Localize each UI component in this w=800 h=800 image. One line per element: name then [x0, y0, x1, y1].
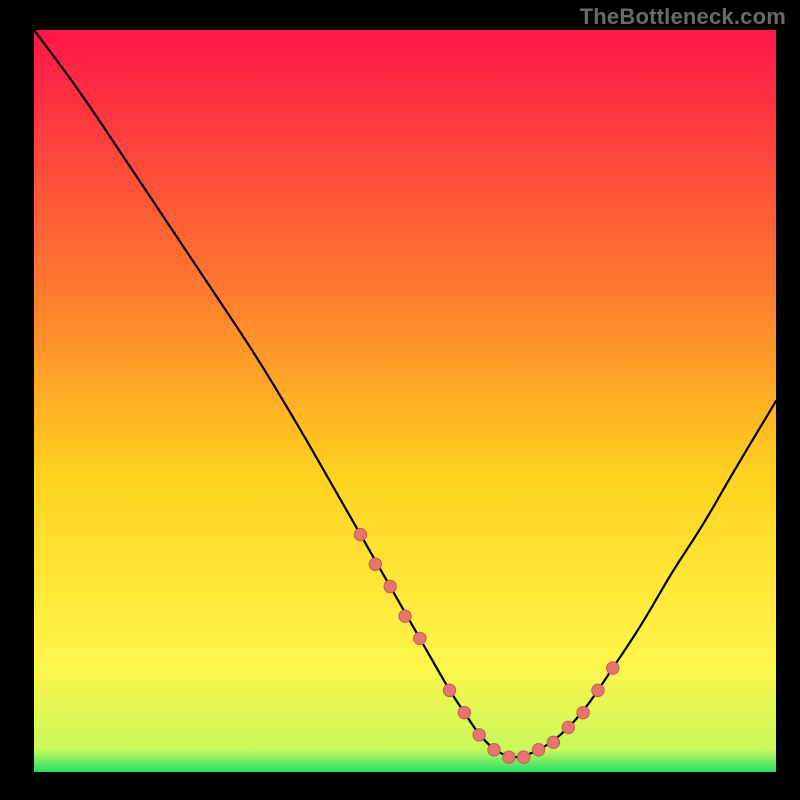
- watermark-label: TheBottleneck.com: [580, 4, 786, 30]
- gradient-background: [34, 30, 776, 772]
- highlight-dot: [473, 729, 485, 741]
- highlight-dot: [458, 706, 470, 718]
- highlight-dot: [503, 751, 515, 763]
- highlight-dot: [547, 736, 559, 748]
- highlight-dot: [369, 558, 381, 570]
- highlight-dot: [414, 632, 426, 644]
- highlight-dot: [518, 751, 530, 763]
- highlight-dot: [577, 706, 589, 718]
- highlight-dot: [532, 744, 544, 756]
- highlight-dot: [384, 580, 396, 592]
- highlight-dot: [354, 528, 366, 540]
- highlight-dot: [607, 662, 619, 674]
- highlight-dot: [562, 721, 574, 733]
- bottleneck-chart: [34, 30, 776, 772]
- highlight-dot: [443, 684, 455, 696]
- highlight-dot: [488, 744, 500, 756]
- app-frame: TheBottleneck.com: [0, 0, 800, 800]
- highlight-dot: [399, 610, 411, 622]
- highlight-dot: [592, 684, 604, 696]
- chart-svg: [34, 30, 776, 772]
